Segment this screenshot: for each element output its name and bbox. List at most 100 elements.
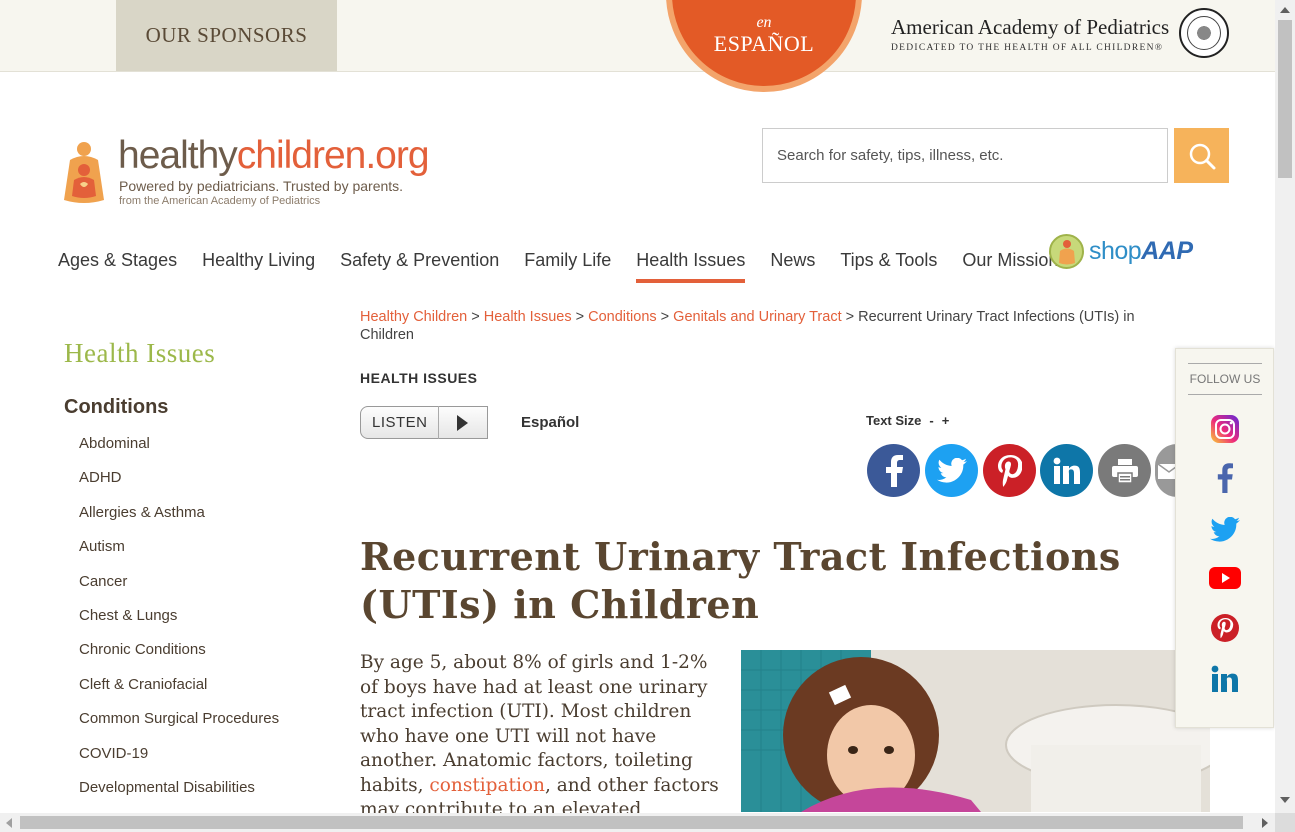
hero-image [741, 650, 1210, 812]
breadcrumb: Healthy Children > Health Issues > Condi… [360, 308, 1170, 344]
horizontal-scrollbar[interactable] [0, 813, 1275, 832]
follow-linkedin[interactable] [1209, 663, 1241, 695]
print-icon [1111, 458, 1138, 483]
listen-button[interactable]: LISTEN [360, 406, 490, 439]
nav-our-mission[interactable]: Our Mission [962, 250, 1058, 283]
share-email-button[interactable] [1155, 444, 1177, 497]
follow-pinterest[interactable] [1209, 612, 1241, 644]
family-logo-icon [64, 142, 104, 203]
breadcrumb-separator: > [845, 309, 855, 325]
sidebar-item-chest-lungs[interactable]: Chest & Lungs [79, 607, 279, 641]
sidebar-item-autism[interactable]: Autism [79, 538, 279, 572]
youtube-icon [1209, 567, 1241, 589]
section-label: HEALTH ISSUES [360, 370, 478, 386]
shop-aap-label: shopAAP [1089, 237, 1193, 265]
nav-safety-prevention[interactable]: Safety & Prevention [340, 250, 499, 283]
scroll-left-icon[interactable] [6, 818, 12, 828]
breadcrumb-link-health-issues[interactable]: Health Issues [484, 309, 572, 325]
breadcrumb-separator: > [660, 309, 670, 325]
breadcrumb-link-healthy-children[interactable]: Healthy Children [360, 309, 467, 325]
sidebar-item-covid-19[interactable]: COVID-19 [79, 745, 279, 779]
scroll-down-icon[interactable] [1280, 797, 1290, 803]
follow-instagram[interactable] [1209, 413, 1241, 445]
follow-youtube[interactable] [1209, 562, 1241, 594]
sidebar-item-cleft-craniofacial[interactable]: Cleft & Craniofacial [79, 676, 279, 710]
main-nav: Ages & Stages Healthy Living Safety & Pr… [58, 250, 1083, 283]
sidebar-subtitle[interactable]: Conditions [64, 396, 168, 419]
article-title: Recurrent Urinary Tract Infections (UTIs… [360, 534, 1121, 627]
play-icon [457, 415, 468, 431]
share-pinterest-button[interactable] [983, 444, 1036, 497]
nav-health-issues[interactable]: Health Issues [636, 250, 746, 283]
shop-aap-badge-icon [1049, 234, 1084, 269]
share-linkedin-button[interactable] [1040, 444, 1093, 497]
aap-seal-icon[interactable] [1179, 8, 1229, 58]
espanol-badge-en: en [756, 14, 772, 31]
linkedin-icon [1211, 665, 1238, 692]
facebook-icon [885, 454, 903, 487]
vertical-scrollbar[interactable] [1275, 0, 1295, 813]
top-bar: OUR SPONSORS en ESPAÑOL American Academy… [0, 0, 1275, 92]
breadcrumb-separator: > [471, 309, 480, 325]
vertical-scroll-thumb[interactable] [1278, 20, 1292, 178]
sidebar-item-adhd[interactable]: ADHD [79, 469, 279, 503]
aap-wordmark[interactable]: American Academy of Pediatrics DEDICATED… [891, 15, 1169, 53]
breadcrumb-link-genitals-urinary[interactable]: Genitals and Urinary Tract [673, 309, 841, 325]
search-input[interactable] [762, 128, 1168, 183]
sidebar-item-abdominal[interactable]: Abdominal [79, 435, 279, 469]
sidebar-item-chronic-conditions[interactable]: Chronic Conditions [79, 641, 279, 675]
our-sponsors-tab[interactable]: OUR SPONSORS [116, 0, 337, 71]
sidebar-item-cancer[interactable]: Cancer [79, 573, 279, 607]
text-size-label: Text Size [866, 413, 922, 428]
espanol-badge-label: ESPAÑOL [713, 31, 815, 56]
facebook-icon [1217, 463, 1233, 493]
logo-wordmark: healthychildren.org [118, 134, 430, 177]
aap-name: American Academy of Pediatrics [891, 15, 1170, 39]
follow-twitter[interactable] [1209, 513, 1241, 545]
scroll-up-icon[interactable] [1280, 7, 1290, 13]
sidebar-item-allergies-asthma[interactable]: Allergies & Asthma [79, 504, 279, 538]
twitter-icon [1210, 516, 1240, 542]
espanol-badge[interactable]: en ESPAÑOL [666, 0, 862, 92]
horizontal-scroll-thumb[interactable] [20, 816, 1243, 829]
aap-tagline: DEDICATED TO THE HEALTH OF ALL CHILDREN® [891, 43, 1164, 53]
text-size-control: Text Size - + [866, 413, 949, 428]
nav-healthy-living[interactable]: Healthy Living [202, 250, 315, 283]
espanol-link[interactable]: Español [521, 414, 579, 431]
linkedin-icon [1053, 457, 1080, 484]
sidebar-item-developmental-disabilities[interactable]: Developmental Disabilities [79, 779, 279, 813]
constipation-link[interactable]: constipation [429, 775, 545, 796]
pinterest-icon [1211, 614, 1239, 642]
follow-us-label: FOLLOW US [1188, 363, 1262, 395]
share-print-button[interactable] [1098, 444, 1151, 497]
nav-news[interactable]: News [770, 250, 815, 283]
text-size-decrease[interactable]: - [929, 413, 933, 428]
scroll-right-icon[interactable] [1262, 818, 1268, 828]
email-icon [1157, 462, 1177, 479]
follow-us-panel: FOLLOW US [1175, 348, 1274, 728]
pinterest-icon [997, 454, 1022, 487]
article-intro: By age 5, about 8% of girls and 1-2% of … [360, 652, 719, 820]
scrollbar-corner [1275, 813, 1295, 832]
listen-label: LISTEN [372, 414, 428, 431]
sidebar-list: Abdominal ADHD Allergies & Asthma Autism… [79, 435, 279, 813]
nav-family-life[interactable]: Family Life [524, 250, 611, 283]
search-icon [1189, 143, 1215, 169]
share-facebook-button[interactable] [867, 444, 920, 497]
search-button[interactable] [1174, 128, 1229, 183]
breadcrumb-separator: > [575, 309, 585, 325]
logo-from-aap: from the American Academy of Pediatrics [119, 195, 321, 207]
instagram-icon [1211, 415, 1239, 443]
twitter-icon [936, 457, 967, 483]
site-logo[interactable]: healthychildren.org Powered by pediatric… [60, 134, 460, 210]
nav-tips-tools[interactable]: Tips & Tools [840, 250, 937, 283]
sidebar-title: Health Issues [64, 338, 216, 368]
sidebar-item-common-surgical-procedures[interactable]: Common Surgical Procedures [79, 710, 279, 744]
breadcrumb-link-conditions[interactable]: Conditions [588, 309, 657, 325]
share-twitter-button[interactable] [925, 444, 978, 497]
follow-facebook[interactable] [1209, 462, 1241, 494]
text-size-increase[interactable]: + [942, 413, 950, 428]
shop-aap-link[interactable]: shopAAP [1049, 234, 1193, 269]
logo-tagline: Powered by pediatricians. Trusted by par… [119, 178, 404, 194]
nav-ages-stages[interactable]: Ages & Stages [58, 250, 177, 283]
